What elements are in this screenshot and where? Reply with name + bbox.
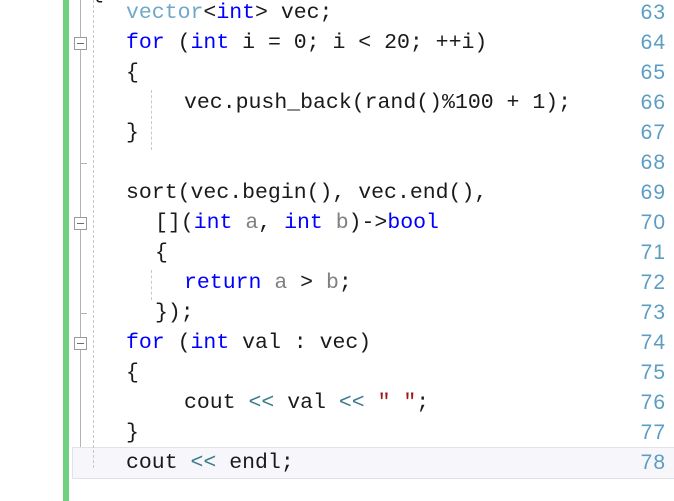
token-plain: { bbox=[126, 361, 139, 385]
code-line[interactable]: } bbox=[91, 418, 139, 448]
token-plain: { bbox=[126, 61, 139, 85]
code-line[interactable]: for (int val : vec) bbox=[91, 328, 371, 358]
token-operator: << bbox=[248, 391, 275, 415]
code-line[interactable]: vec.push_back(rand()%100 + 1); bbox=[91, 88, 571, 118]
token-plain: > bbox=[287, 271, 326, 295]
code-content[interactable]: { vector<int> vec;for (int i = 0; i < 20… bbox=[91, 0, 674, 501]
token-plain: } bbox=[126, 421, 139, 445]
token-plain: ; bbox=[338, 271, 352, 295]
token-param: a bbox=[274, 271, 288, 295]
token-plain: ( bbox=[164, 31, 191, 55]
token-plain: < bbox=[203, 1, 217, 25]
token-plain: val bbox=[274, 391, 339, 415]
token-keyword: bool bbox=[387, 211, 439, 235]
code-line[interactable]: return a > b; bbox=[91, 268, 352, 298]
code-line[interactable] bbox=[91, 148, 126, 178]
code-line[interactable]: for (int i = 0; i < 20; ++i) bbox=[91, 28, 487, 58]
token-plain: }); bbox=[155, 301, 194, 325]
fold-scope-end-tick bbox=[80, 163, 87, 164]
fold-collapse-icon[interactable] bbox=[74, 37, 87, 50]
token-keyword: int bbox=[193, 211, 233, 235]
token-plain: )-> bbox=[348, 211, 388, 235]
fold-scope-end-tick bbox=[80, 313, 87, 314]
token-plain: sort(vec.begin(), vec.end(), bbox=[126, 181, 488, 205]
token-keyword: int bbox=[190, 31, 230, 55]
code-line[interactable]: { bbox=[91, 238, 168, 268]
token-param: b bbox=[335, 211, 349, 235]
code-line[interactable]: cout << endl; bbox=[91, 448, 294, 478]
token-keyword: for bbox=[126, 31, 165, 55]
code-line[interactable]: sort(vec.begin(), vec.end(), bbox=[91, 178, 487, 208]
token-keyword: int bbox=[284, 211, 323, 235]
code-line[interactable]: { bbox=[91, 58, 139, 88]
token-plain: cout bbox=[184, 391, 249, 415]
code-line[interactable]: vector<int> vec; bbox=[91, 0, 332, 28]
token-keyword: return bbox=[184, 271, 262, 295]
fold-collapse-icon[interactable] bbox=[74, 337, 87, 350]
line-number-gutter bbox=[0, 0, 62, 501]
fold-scope-line bbox=[80, 0, 81, 468]
token-plain: { bbox=[155, 241, 168, 265]
token-plain: val : vec) bbox=[229, 331, 372, 355]
code-line[interactable]: } bbox=[91, 118, 139, 148]
token-plain: ( bbox=[164, 331, 191, 355]
token-plain: vec.push_back(rand()%100 + 1); bbox=[184, 91, 572, 115]
code-line[interactable]: }); bbox=[91, 298, 194, 328]
token-param: a bbox=[245, 211, 259, 235]
token-plain: > vec; bbox=[255, 1, 333, 25]
code-editor[interactable]: 63646566676869707172737475767778 { vecto… bbox=[0, 0, 674, 501]
code-line[interactable]: [](int a, int b)->bool bbox=[91, 208, 439, 238]
token-operator: << bbox=[190, 451, 217, 475]
token-keyword: int bbox=[190, 331, 230, 355]
fold-collapse-icon[interactable] bbox=[74, 217, 87, 230]
token-plain: } bbox=[126, 121, 139, 145]
token-string: " " bbox=[377, 391, 417, 415]
token-plain: i = 0; i < 20; ++i) bbox=[229, 31, 488, 55]
token-type: vector bbox=[126, 1, 204, 25]
token-plain: []( bbox=[155, 211, 194, 235]
token-plain: ; bbox=[416, 391, 430, 415]
token-plain: endl; bbox=[216, 451, 294, 475]
token-keyword: int bbox=[216, 1, 256, 25]
token-plain: , bbox=[258, 211, 285, 235]
token-operator: << bbox=[338, 391, 365, 415]
code-line[interactable]: cout << val << " "; bbox=[91, 388, 429, 418]
token-keyword: for bbox=[126, 331, 165, 355]
code-line[interactable]: { bbox=[91, 358, 139, 388]
token-plain: cout bbox=[126, 451, 191, 475]
token-param: b bbox=[325, 271, 339, 295]
